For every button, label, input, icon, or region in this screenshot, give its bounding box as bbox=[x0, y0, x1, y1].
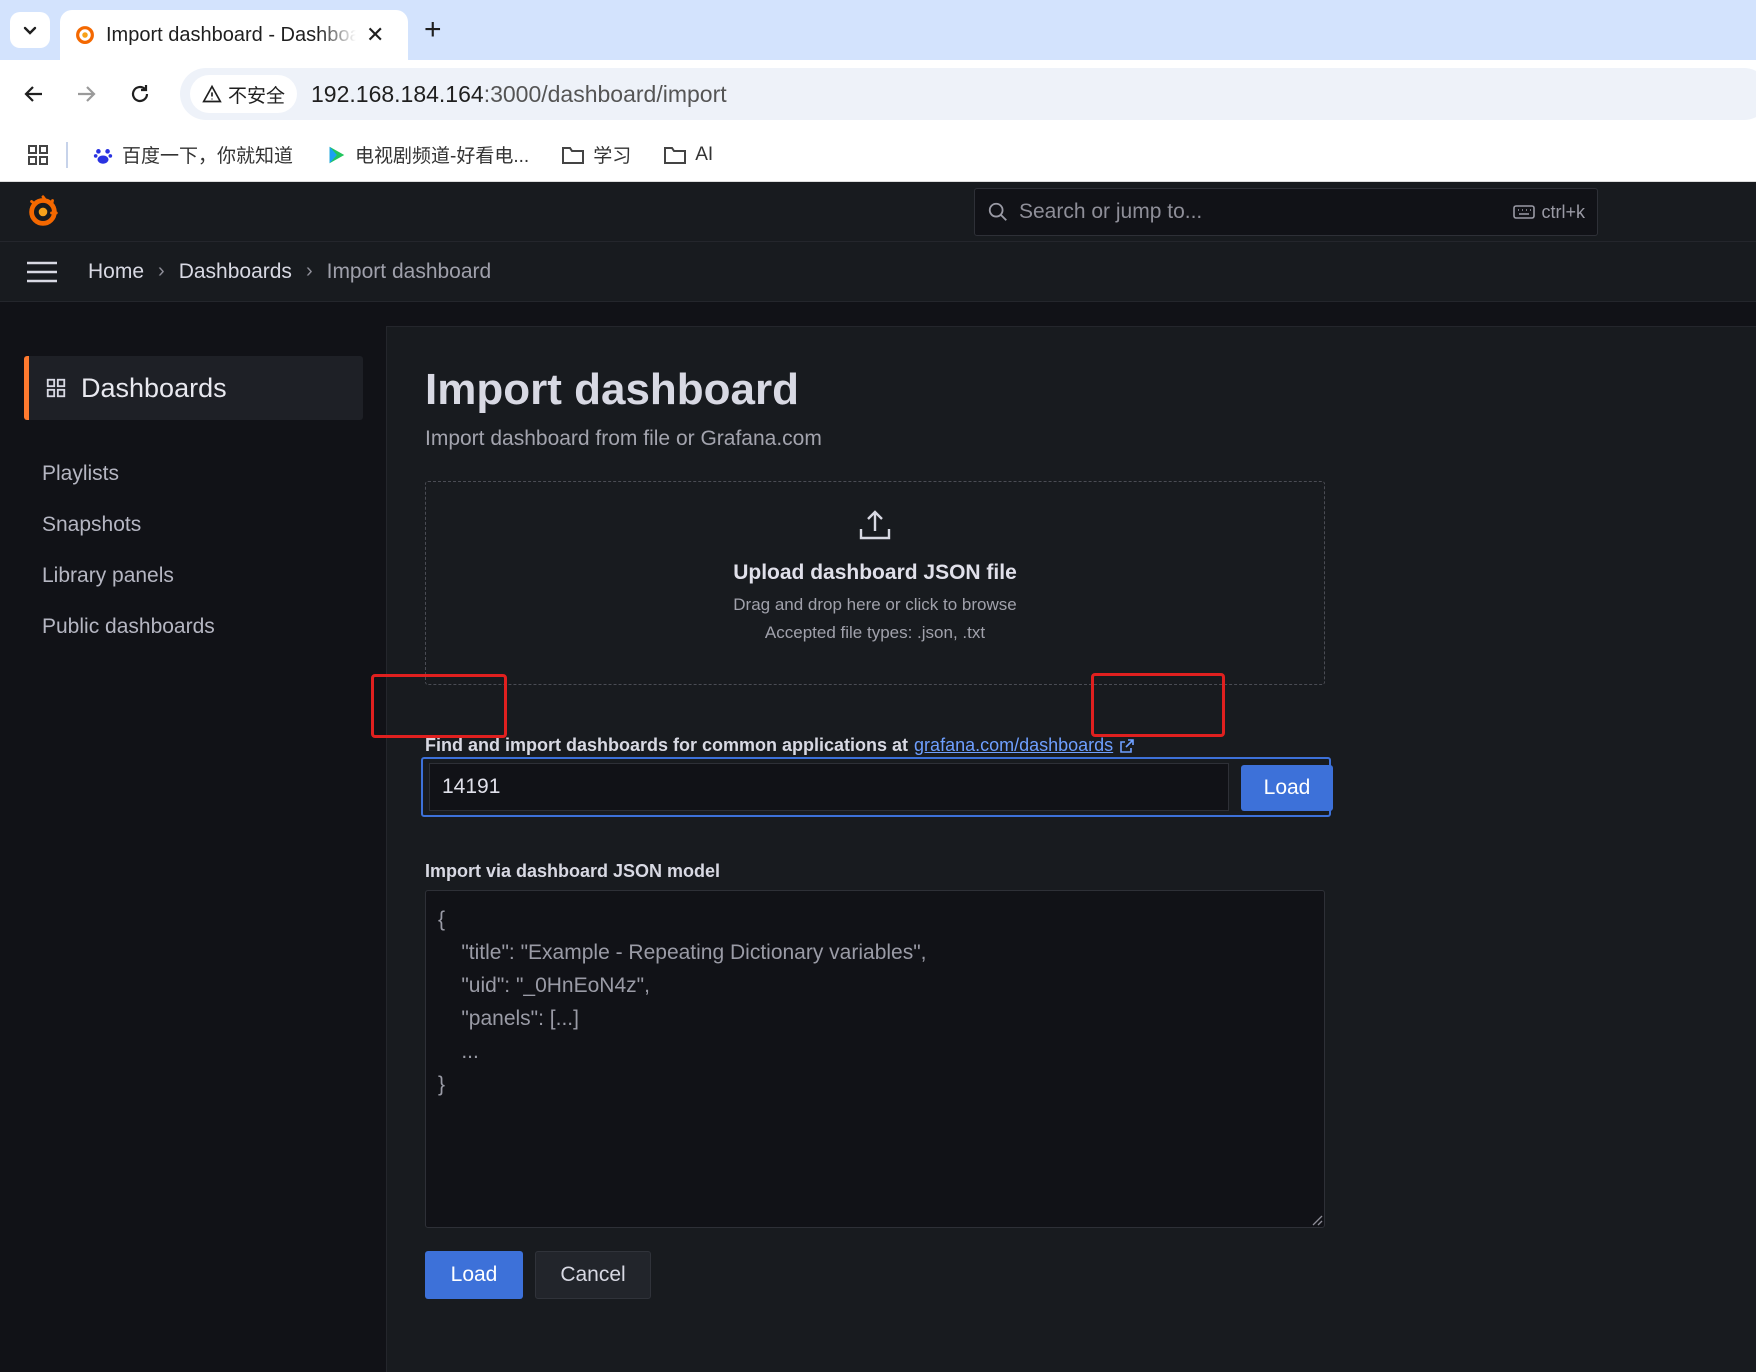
menu-icon[interactable] bbox=[26, 261, 58, 283]
load-button[interactable]: Load bbox=[425, 1251, 523, 1299]
bookmark-label: 电视剧频道-好看电... bbox=[355, 146, 530, 167]
arrow-right-icon bbox=[78, 86, 96, 102]
dashboard-grid-icon bbox=[46, 378, 66, 398]
grafana-logo[interactable] bbox=[24, 192, 62, 235]
reload-icon bbox=[131, 85, 149, 103]
breadcrumb-dashboards[interactable]: Dashboards bbox=[179, 260, 292, 284]
url-host: 192.168.184.164 bbox=[311, 80, 484, 107]
sidebar-item-playlists[interactable]: Playlists bbox=[42, 462, 119, 486]
insecure-label: 不安全 bbox=[228, 85, 286, 107]
tab-search-button[interactable] bbox=[10, 12, 50, 48]
bookmarks-bar: 百度一下，你就知道 电视剧频道-好看电... 学习 AI bbox=[0, 128, 1756, 182]
bookmark-label: 学习 bbox=[593, 146, 632, 167]
highlight-box-input bbox=[371, 674, 507, 738]
breadcrumb-current: Import dashboard bbox=[326, 259, 492, 283]
bookmark-separator bbox=[66, 141, 68, 168]
bookmark-folder-study[interactable]: 学习 bbox=[561, 141, 631, 168]
upload-icon bbox=[859, 510, 891, 540]
breadcrumb-separator: › bbox=[305, 260, 313, 282]
page-title: Import dashboard bbox=[425, 365, 800, 414]
bookmark-baidu[interactable]: 百度一下，你就知道 bbox=[92, 141, 293, 168]
baidu-icon bbox=[93, 148, 113, 164]
sidebar-item-dashboards[interactable]: Dashboards bbox=[24, 356, 363, 420]
folder-icon bbox=[664, 146, 687, 164]
tab-close-icon[interactable]: ✕ bbox=[366, 22, 384, 48]
address-bar[interactable]: 不安全 192.168.184.164:3000/dashboard/impor… bbox=[180, 68, 1756, 120]
new-tab-button[interactable]: + bbox=[424, 12, 442, 48]
grafana-com-input-row: Load bbox=[421, 757, 1333, 817]
grafana-favicon-icon bbox=[76, 26, 94, 44]
upload-hint: Drag and drop here or click to browse bbox=[733, 595, 1017, 614]
chevron-down-icon bbox=[23, 26, 37, 35]
upload-icon-wrap bbox=[426, 508, 1324, 547]
json-model-textarea[interactable]: { "title": "Example - Repeating Dictiona… bbox=[425, 890, 1325, 1228]
grafana-top-bar: Search or jump to... ctrl+k bbox=[0, 182, 1756, 242]
json-model-label: Import via dashboard JSON model bbox=[425, 861, 721, 881]
breadcrumb-bar: Home › Dashboards › Import dashboard bbox=[0, 242, 1756, 302]
sidebar-active-label: Dashboards bbox=[81, 372, 227, 403]
highlight-box-load bbox=[1091, 673, 1225, 737]
tab-title: Import dashboard - Dashboards - Grafana bbox=[106, 23, 356, 46]
resize-handle-icon[interactable] bbox=[1311, 1214, 1323, 1226]
reload-button[interactable] bbox=[122, 76, 158, 112]
forward-button[interactable] bbox=[68, 76, 104, 112]
sidebar-item-library-panels[interactable]: Library panels bbox=[42, 564, 174, 588]
breadcrumb-separator: › bbox=[158, 260, 165, 282]
cancel-button[interactable]: Cancel bbox=[535, 1251, 651, 1299]
warning-icon bbox=[202, 84, 222, 103]
browser-toolbar: 不安全 192.168.184.164:3000/dashboard/impor… bbox=[0, 60, 1756, 128]
upload-title: Upload dashboard JSON file bbox=[733, 561, 1017, 584]
search-shortcut: ctrl+k bbox=[1513, 202, 1585, 223]
arrow-left-icon bbox=[24, 86, 42, 102]
upload-dropzone[interactable]: Upload dashboard JSON file Drag and drop… bbox=[425, 481, 1325, 685]
breadcrumb-home[interactable]: Home bbox=[88, 260, 144, 284]
bookmark-label: 百度一下，你就知道 bbox=[122, 146, 294, 167]
bookmark-label: AI bbox=[695, 143, 714, 165]
grafana-com-label: Find and import dashboards for common ap… bbox=[425, 735, 1135, 756]
external-link-icon[interactable] bbox=[1119, 738, 1135, 754]
grafana-com-load-button[interactable]: Load bbox=[1241, 765, 1333, 811]
browser-tab-active[interactable]: Import dashboard - Dashboards - Grafana … bbox=[60, 10, 408, 60]
keyboard-icon bbox=[1513, 205, 1536, 219]
grafana-com-link[interactable]: grafana.com/dashboards bbox=[914, 735, 1113, 756]
sidebar: Dashboards Playlists Snapshots Library p… bbox=[0, 302, 386, 1372]
shortcut-label: ctrl+k bbox=[1541, 201, 1585, 222]
video-icon bbox=[329, 146, 345, 163]
search-bar[interactable]: Search or jump to... ctrl+k bbox=[974, 188, 1598, 236]
url-path: :3000/dashboard/import bbox=[483, 80, 727, 107]
apps-grid-icon[interactable] bbox=[26, 143, 50, 167]
url-text[interactable]: 192.168.184.164:3000/dashboard/import bbox=[311, 81, 727, 108]
bookmark-folder-ai[interactable]: AI bbox=[663, 144, 713, 166]
sidebar-item-public-dashboards[interactable]: Public dashboards bbox=[42, 615, 215, 639]
bookmark-video[interactable]: 电视剧频道-好看电... bbox=[325, 141, 529, 168]
browser-tab-bar: Import dashboard - Dashboards - Grafana … bbox=[0, 0, 1756, 60]
search-icon bbox=[988, 202, 1007, 221]
main-content: Import dashboard Import dashboard from f… bbox=[371, 326, 1756, 1372]
upload-file-types: Accepted file types: .json, .txt bbox=[764, 623, 986, 642]
security-indicator[interactable]: 不安全 bbox=[190, 75, 298, 113]
folder-icon bbox=[562, 146, 585, 164]
search-placeholder: Search or jump to... bbox=[1019, 200, 1203, 223]
sidebar-item-snapshots[interactable]: Snapshots bbox=[42, 513, 141, 537]
grafana-logo-icon bbox=[29, 195, 58, 226]
grafana-com-id-input[interactable] bbox=[429, 763, 1229, 811]
back-button[interactable] bbox=[16, 76, 52, 112]
page-subtitle: Import dashboard from file or Grafana.co… bbox=[425, 427, 822, 450]
grafana-com-label-text: Find and import dashboards for common ap… bbox=[425, 735, 909, 755]
